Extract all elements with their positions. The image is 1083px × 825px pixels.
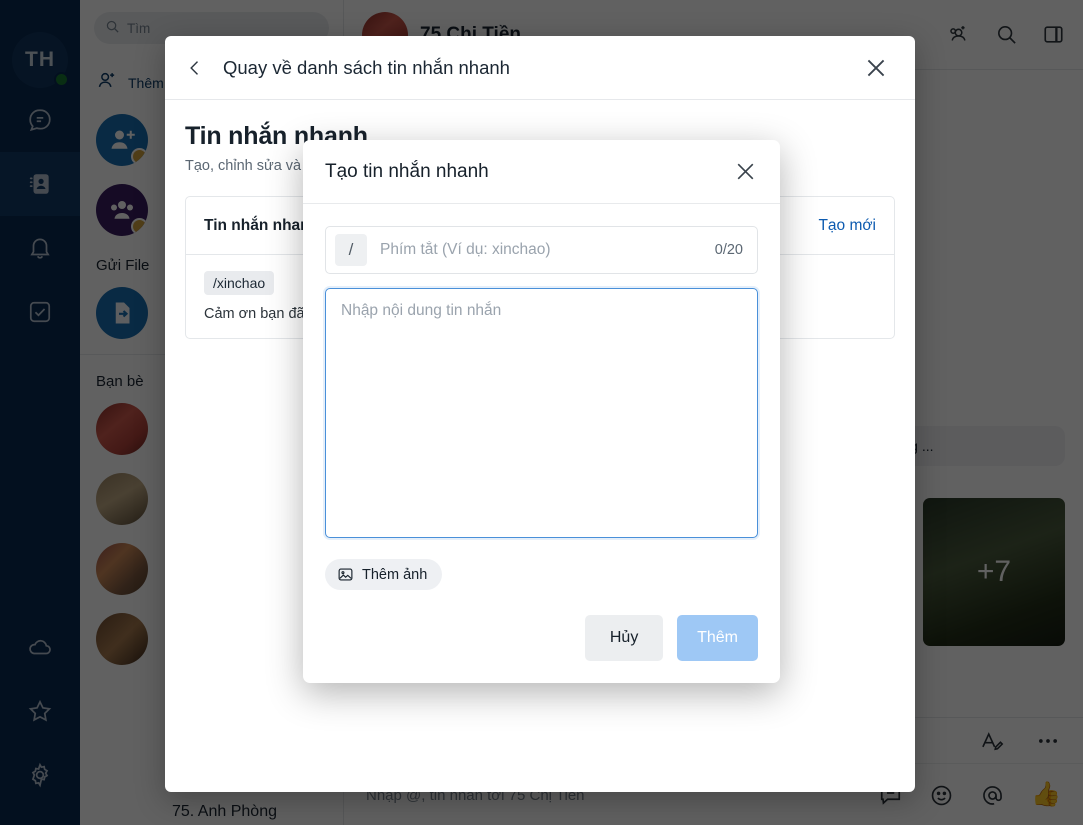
create-quick-message-modal: Tạo tin nhắn nhanh / 0/20 [303,140,780,683]
message-content-textarea[interactable] [325,288,758,538]
close-icon[interactable] [863,55,889,81]
shortcut-field[interactable]: / 0/20 [325,226,758,274]
panel-back-label[interactable]: Quay về danh sách tin nhắn nhanh [223,57,845,79]
image-icon [337,566,354,583]
submit-button[interactable]: Thêm [677,615,758,661]
shortcut-input[interactable] [380,241,702,259]
create-new-link[interactable]: Tạo mới [818,217,876,235]
shortcut-tag: /xinchao [204,271,275,295]
slash-prefix-chip: / [335,234,367,266]
add-image-button[interactable]: Thêm ảnh [325,559,443,590]
card-header-title: Tin nhắn nhanh [204,216,320,234]
panel-header: Quay về danh sách tin nhắn nhanh [165,36,915,100]
modal-body: / 0/20 Thêm ảnh [303,204,780,590]
modal-header: Tạo tin nhắn nhanh [303,140,780,204]
app-window: TH [0,0,1083,825]
add-image-label: Thêm ảnh [362,566,428,583]
close-icon[interactable] [733,159,758,184]
cancel-button[interactable]: Hủy [585,615,664,661]
back-chevron-icon[interactable] [185,58,205,78]
modal-title: Tạo tin nhắn nhanh [325,160,489,182]
character-counter: 0/20 [714,242,743,258]
modal-actions: Hủy Thêm [585,615,758,661]
